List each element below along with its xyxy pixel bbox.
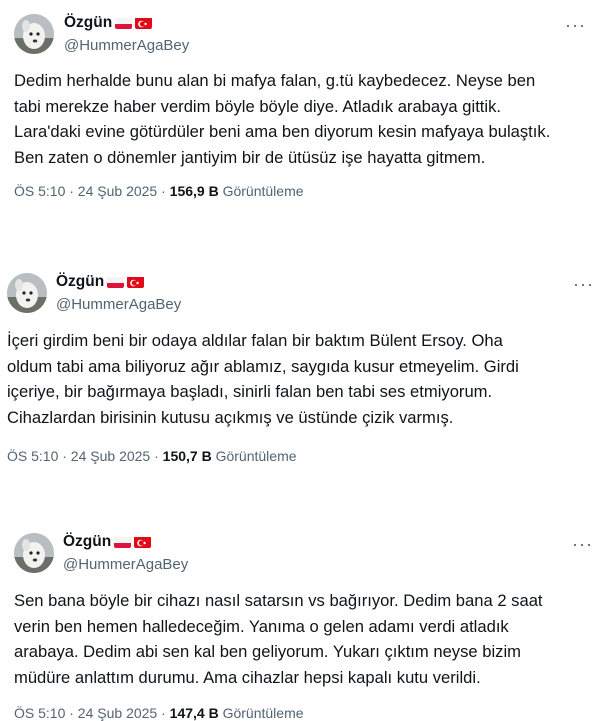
tweet-timestamp[interactable]: ÖS 5:10 · 24 Şub 2025 · xyxy=(14,183,170,199)
user-handle[interactable]: @HummerAgaBey xyxy=(64,37,189,54)
more-horizontal-icon[interactable]: ··· xyxy=(573,275,594,293)
view-count: 147,4 B xyxy=(169,705,219,721)
tweet-card-2[interactable]: Özgün @HummerAgaBey ··· İçeri girdim ben… xyxy=(0,263,601,485)
tweet-card-3[interactable]: Özgün @HummerAgaBey ··· Sen bana böyle b… xyxy=(0,522,601,721)
turkey-flag-icon xyxy=(134,536,152,548)
tweet-timestamp[interactable]: ÖS 5:10 · 24 Şub 2025 · xyxy=(7,448,163,464)
display-name-text: Özgün xyxy=(56,273,105,290)
avatar[interactable] xyxy=(14,533,54,573)
user-handle[interactable]: @HummerAgaBey xyxy=(63,556,188,573)
avatar[interactable] xyxy=(7,273,47,313)
user-handle[interactable]: @HummerAgaBey xyxy=(56,296,181,313)
display-name[interactable]: Özgün xyxy=(63,533,152,551)
tweet-meta: ÖS 5:10 · 24 Şub 2025 · 156,9 B Görüntül… xyxy=(14,183,304,199)
poland-flag-icon xyxy=(114,536,132,548)
view-label: Görüntüleme xyxy=(211,448,297,464)
display-name[interactable]: Özgün xyxy=(56,273,145,291)
display-name[interactable]: Özgün xyxy=(64,14,153,32)
more-horizontal-icon[interactable]: ··· xyxy=(565,16,586,34)
view-count: 156,9 B xyxy=(169,183,219,199)
display-name-text: Özgün xyxy=(64,14,113,31)
tweet-text: Sen bana böyle bir cihazı nasıl satarsın… xyxy=(14,591,543,687)
tweet-text: Dedim herhalde bunu alan bi mafya falan,… xyxy=(14,71,551,167)
tweet-card-1[interactable]: Özgün @HummerAgaBey ··· Dedim herhalde b… xyxy=(0,0,601,215)
view-count: 150,7 B xyxy=(162,448,212,464)
view-label: Görüntüleme xyxy=(218,705,304,721)
display-name-text: Özgün xyxy=(63,533,112,550)
tweet-timestamp[interactable]: ÖS 5:10 · 24 Şub 2025 · xyxy=(14,705,170,721)
tweet-gap xyxy=(0,485,601,522)
poland-flag-icon xyxy=(115,17,133,29)
avatar[interactable] xyxy=(14,14,54,54)
view-label: Görüntüleme xyxy=(218,183,304,199)
tweet-meta: ÖS 5:10 · 24 Şub 2025 · 147,4 B Görüntül… xyxy=(14,705,304,721)
tweet-gap xyxy=(0,215,601,263)
tweet-meta: ÖS 5:10 · 24 Şub 2025 · 150,7 B Görüntül… xyxy=(7,448,297,464)
turkey-flag-icon xyxy=(127,276,145,288)
poland-flag-icon xyxy=(107,276,125,288)
more-horizontal-icon[interactable]: ··· xyxy=(572,535,593,553)
tweet-text: İçeri girdim beni bir odaya aldılar fala… xyxy=(7,331,519,427)
turkey-flag-icon xyxy=(135,17,153,29)
